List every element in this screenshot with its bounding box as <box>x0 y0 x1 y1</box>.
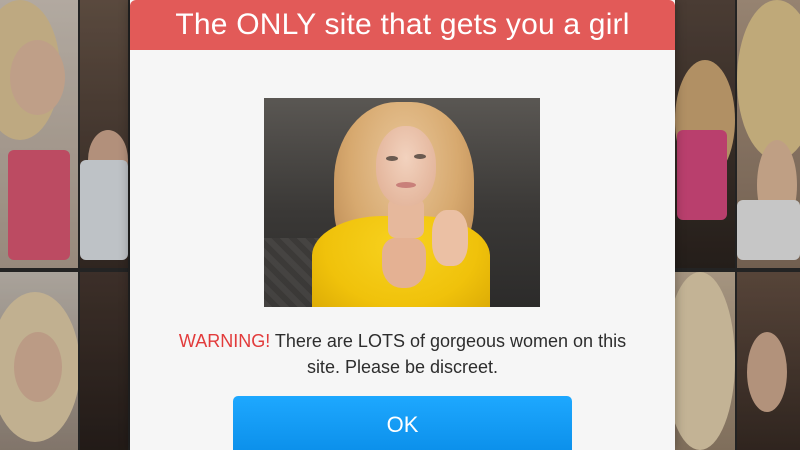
page: The ONLY site that gets you a girl WARNI… <box>0 0 800 450</box>
warning-message: WARNING! There are LOTS of gorgeous wome… <box>160 328 645 380</box>
warning-label: WARNING! <box>178 331 271 351</box>
warning-body: There are LOTS of gorgeous women on this… <box>270 331 627 377</box>
ok-button[interactable]: OK <box>233 396 572 450</box>
modal-header: The ONLY site that gets you a girl <box>130 0 675 50</box>
modal-title: The ONLY site that gets you a girl <box>175 8 630 41</box>
discreet-warning-modal: The ONLY site that gets you a girl WARNI… <box>130 0 675 450</box>
featured-profile-photo <box>264 98 540 307</box>
